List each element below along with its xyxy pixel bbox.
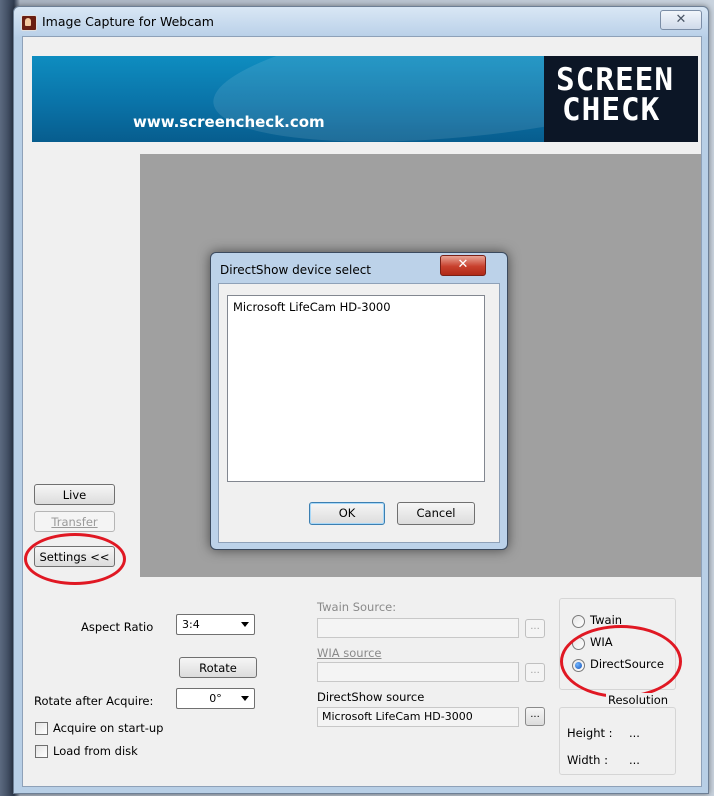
window-title: Image Capture for Webcam [42, 14, 214, 29]
rotate-button[interactable]: Rotate [179, 657, 257, 678]
twain-source-label: Twain Source: [317, 600, 397, 614]
twain-radio[interactable] [572, 615, 585, 628]
aspect-ratio-select[interactable]: 3:4 [176, 614, 255, 635]
directshow-source-label: DirectShow source [317, 690, 425, 704]
directshow-browse-button[interactable]: ... [525, 707, 545, 726]
window-close-button[interactable]: ✕ [660, 10, 702, 30]
banner-url: www.screencheck.com [133, 113, 325, 131]
device-list-item[interactable]: Microsoft LifeCam HD-3000 [233, 300, 391, 314]
height-label: Height : [567, 726, 613, 740]
height-value: ... [629, 726, 640, 740]
wia-browse-button: ... [525, 663, 545, 682]
acquire-on-startup-label: Acquire on start-up [53, 721, 164, 735]
width-label: Width : [567, 753, 608, 767]
screencheck-logo: SCREEN CHECK [544, 56, 698, 142]
logo-line-2: CHECK [562, 92, 661, 128]
chevron-down-icon [241, 622, 249, 627]
aspect-ratio-label: Aspect Ratio [81, 620, 154, 634]
ok-button[interactable]: OK [309, 502, 385, 525]
twain-browse-button: ... [525, 619, 545, 638]
wia-source-field [317, 662, 519, 682]
load-from-disk-checkbox[interactable] [35, 745, 48, 758]
app-icon [21, 15, 37, 31]
acquire-on-startup-checkbox[interactable] [35, 722, 48, 735]
settings-highlight-ellipse [24, 533, 126, 585]
directshow-source-field: Microsoft LifeCam HD-3000 [317, 707, 519, 727]
aspect-ratio-value: 3:4 [182, 618, 200, 631]
transfer-button[interactable]: Transfer [34, 511, 115, 532]
rotate-after-acquire-label: Rotate after Acquire: [34, 694, 154, 708]
width-value: ... [629, 753, 640, 767]
rotate-after-acquire-value: 0° [209, 692, 222, 705]
chevron-down-icon [241, 696, 249, 701]
live-button[interactable]: Live [34, 484, 115, 505]
load-from-disk-label: Load from disk [53, 744, 138, 758]
resolution-title: Resolution [606, 693, 671, 707]
dialog-client: Microsoft LifeCam HD-3000 OK Cancel [218, 283, 500, 543]
rotate-after-acquire-select[interactable]: 0° [176, 688, 255, 709]
device-listbox[interactable]: Microsoft LifeCam HD-3000 [227, 295, 485, 482]
banner: www.screencheck.com SCREEN CHECK [32, 56, 698, 142]
directsource-highlight-ellipse [560, 625, 682, 698]
twain-source-field [317, 618, 519, 638]
title-bar[interactable]: Image Capture for Webcam ✕ [14, 7, 708, 37]
wia-source-label: WIA source [317, 646, 382, 660]
dialog-close-button[interactable]: ✕ [440, 255, 486, 276]
directshow-device-dialog: DirectShow device select ✕ Microsoft Lif… [210, 252, 508, 550]
cancel-button[interactable]: Cancel [397, 502, 475, 525]
dialog-title: DirectShow device select [220, 263, 372, 277]
